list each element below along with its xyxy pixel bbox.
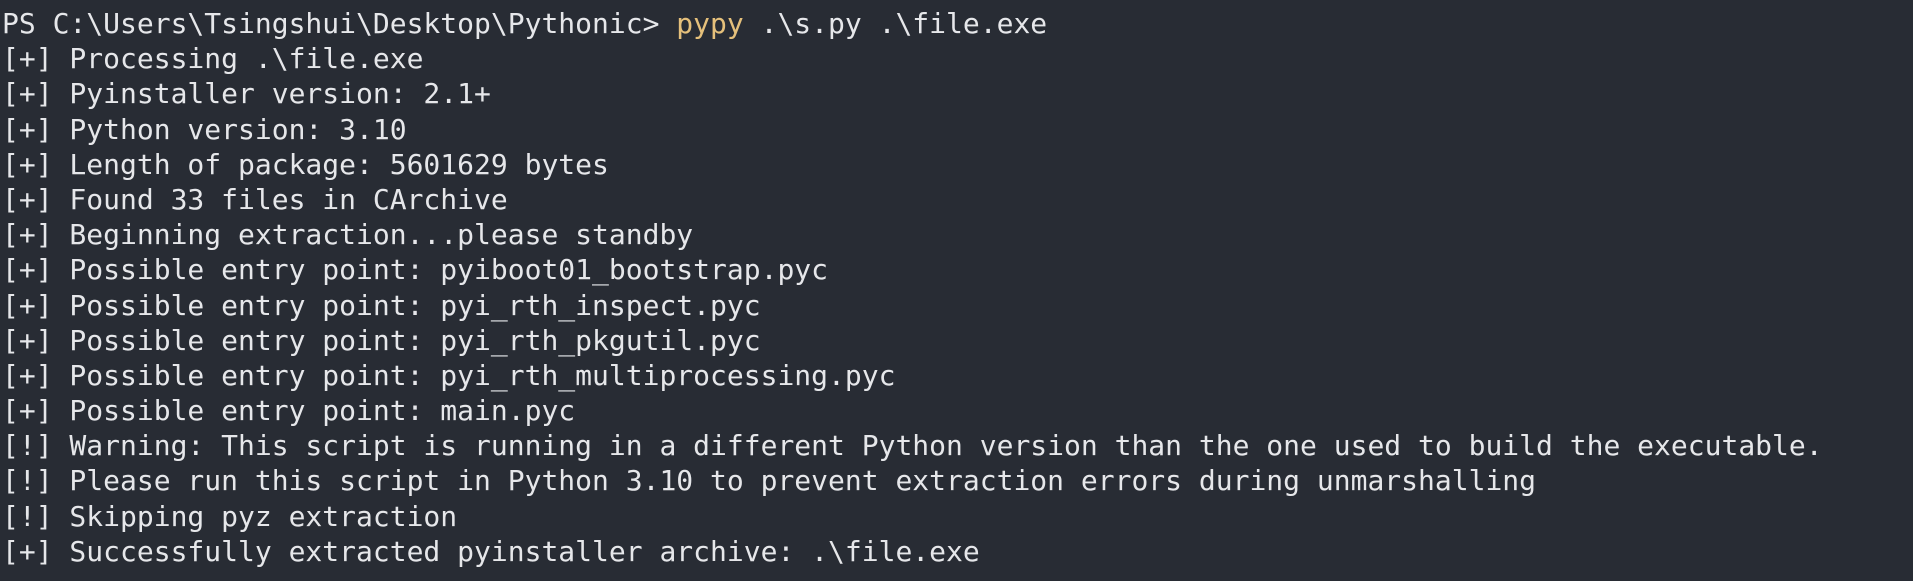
prompt-line: PS C:\Users\Tsingshui\Desktop\Pythonic> … xyxy=(2,6,1913,41)
output-line: [+] Possible entry point: main.pyc xyxy=(2,394,576,428)
output-line: [+] Beginning extraction...please standb… xyxy=(2,218,694,252)
output-line: [+] Possible entry point: pyiboot01_boot… xyxy=(2,253,829,287)
command-args: .\s.py .\file.exe xyxy=(743,7,1048,40)
output-line: [!] Please run this script in Python 3.1… xyxy=(2,464,1537,498)
output-line: [+] Possible entry point: pyi_rth_multip… xyxy=(2,358,896,392)
output-line: [!] Skipping pyz extraction xyxy=(2,499,458,533)
output-line: [+] Successfully extracted pyinstaller a… xyxy=(2,534,980,568)
output-line: [+] Length of package: 5601629 bytes xyxy=(2,147,609,181)
output-line: [+] Possible entry point: pyi_rth_inspec… xyxy=(2,288,761,322)
output-line: [+] Possible entry point: pyi_rth_pkguti… xyxy=(2,323,761,357)
output-line: [+] Processing .\file.exe xyxy=(2,42,424,76)
output-line: [+] Pyinstaller version: 2.1+ xyxy=(2,77,491,111)
output-line: [+] Found 33 files in CArchive xyxy=(2,182,508,216)
output-line: [!] Warning: This script is running in a… xyxy=(2,429,1823,463)
command-name: pypy xyxy=(676,7,744,40)
output-line: [+] Python version: 3.10 xyxy=(2,112,407,146)
terminal-window[interactable]: PS C:\Users\Tsingshui\Desktop\Pythonic> … xyxy=(0,0,1913,581)
prompt-path: PS C:\Users\Tsingshui\Desktop\Pythonic> xyxy=(2,7,677,40)
